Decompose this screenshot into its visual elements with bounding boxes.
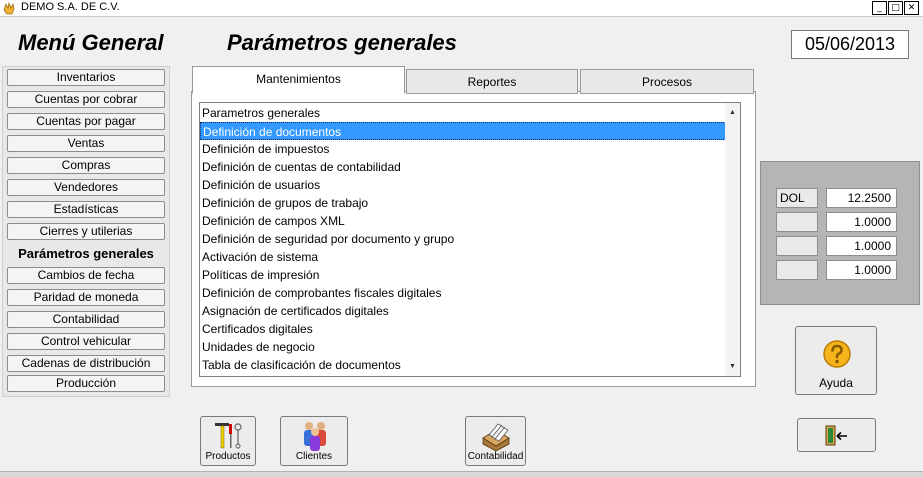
list-item[interactable]: Parametros generales: [200, 104, 726, 122]
sidebar-item-cadenas-de-distribucion[interactable]: Cadenas de distribución: [7, 355, 165, 372]
sidebar-item-control-vehicular[interactable]: Control vehicular: [7, 333, 165, 350]
sidebar-item-produccion[interactable]: Producción: [7, 375, 165, 392]
question-icon: [823, 340, 851, 368]
list-item[interactable]: Certificados digitales: [200, 320, 726, 338]
clientes-button[interactable]: Clientes: [280, 416, 348, 466]
list-scrollbar[interactable]: ▲ ▼: [725, 103, 740, 376]
clientes-label: Clientes: [295, 451, 333, 462]
sidebar-item-cuentas-por-cobrar[interactable]: Cuentas por cobrar: [7, 91, 165, 108]
currency-code-field[interactable]: [776, 260, 818, 280]
exchange-rate-field[interactable]: 12.2500: [826, 188, 897, 208]
list-item[interactable]: Definición de cuentas de contabilidad: [200, 158, 726, 176]
page-title: Parámetros generales: [227, 30, 457, 55]
exit-door-icon: [825, 425, 847, 446]
sidebar-item-ventas[interactable]: Ventas: [7, 135, 165, 152]
help-label: Ayuda: [819, 376, 853, 390]
sidebar-item-inventarios[interactable]: Inventarios: [7, 69, 165, 86]
sidebar-item-contabilidad[interactable]: Contabilidad: [7, 311, 165, 328]
sidebar-menu: Inventarios Cuentas por cobrar Cuentas p…: [2, 66, 170, 397]
scroll-up-icon[interactable]: ▲: [725, 105, 740, 120]
currency-code-field[interactable]: [776, 236, 818, 256]
help-button[interactable]: Ayuda: [795, 326, 877, 395]
bottom-border: [0, 471, 923, 477]
options-list[interactable]: Parametros generales Definición de docum…: [199, 102, 741, 377]
list-item-selected[interactable]: Definición de documentos: [200, 122, 726, 140]
currency-code-field[interactable]: DOL: [776, 188, 818, 208]
list-item[interactable]: Definición de impuestos: [200, 140, 726, 158]
exchange-rates-panel: DOL 12.2500 1.0000 1.0000 1.0000: [760, 161, 920, 305]
list-item[interactable]: Asignación de certificados digitales: [200, 302, 726, 320]
title-bar: DEMO S.A. DE C.V. _ □ ✕: [0, 0, 923, 17]
list-item[interactable]: Definición de grupos de trabajo: [200, 194, 726, 212]
window-title: DEMO S.A. DE C.V.: [21, 1, 120, 13]
list-item[interactable]: Definición de usuarios: [200, 176, 726, 194]
exchange-rate-field[interactable]: 1.0000: [826, 236, 897, 256]
date-field[interactable]: 05/06/2013: [791, 30, 909, 59]
exchange-rate-field[interactable]: 1.0000: [826, 260, 897, 280]
list-item[interactable]: Unidades de negocio: [200, 338, 726, 356]
list-item[interactable]: Políticas de impresión: [200, 266, 726, 284]
productos-button[interactable]: Productos: [200, 416, 256, 466]
menu-title: Menú General: [18, 30, 164, 55]
tools-icon: [215, 423, 242, 449]
tab-procesos[interactable]: Procesos: [580, 69, 754, 94]
contabilidad-label: Contabilidad: [467, 451, 524, 462]
sidebar-item-parametros-generales[interactable]: Parámetros generales: [7, 245, 165, 262]
exit-button[interactable]: [797, 418, 876, 452]
list-item[interactable]: Definición de campos XML: [200, 212, 726, 230]
scroll-down-icon[interactable]: ▼: [725, 359, 740, 374]
list-item[interactable]: Tabla de clasificación de documentos: [200, 356, 726, 374]
sidebar-item-compras[interactable]: Compras: [7, 157, 165, 174]
productos-label: Productos: [205, 451, 251, 462]
sidebar-item-cambios-de-fecha[interactable]: Cambios de fecha: [7, 267, 165, 284]
file-box-icon: [482, 423, 510, 452]
sidebar-item-cierres-y-utilerias[interactable]: Cierres y utilerias: [7, 223, 165, 240]
list-item[interactable]: Activación de sistema: [200, 248, 726, 266]
exchange-rate-field[interactable]: 1.0000: [826, 212, 897, 232]
list-item[interactable]: Definición de seguridad por documento y …: [200, 230, 726, 248]
tab-reportes[interactable]: Reportes: [406, 69, 578, 94]
contabilidad-button[interactable]: Contabilidad: [465, 416, 526, 466]
minimize-button[interactable]: _: [872, 1, 887, 15]
tab-mantenimientos[interactable]: Mantenimientos: [192, 66, 405, 94]
hand-icon: [3, 1, 15, 15]
sidebar-item-vendedores[interactable]: Vendedores: [7, 179, 165, 196]
sidebar-item-estadisticas[interactable]: Estadísticas: [7, 201, 165, 218]
sidebar-item-cuentas-por-pagar[interactable]: Cuentas por pagar: [7, 113, 165, 130]
sidebar-item-paridad-de-moneda[interactable]: Paridad de moneda: [7, 289, 165, 306]
list-item[interactable]: Definición de comprobantes fiscales digi…: [200, 284, 726, 302]
window-controls: _ □ ✕: [871, 1, 919, 15]
currency-code-field[interactable]: [776, 212, 818, 232]
people-icon: [304, 422, 326, 451]
close-button[interactable]: ✕: [904, 1, 919, 15]
maximize-button[interactable]: □: [888, 1, 903, 15]
